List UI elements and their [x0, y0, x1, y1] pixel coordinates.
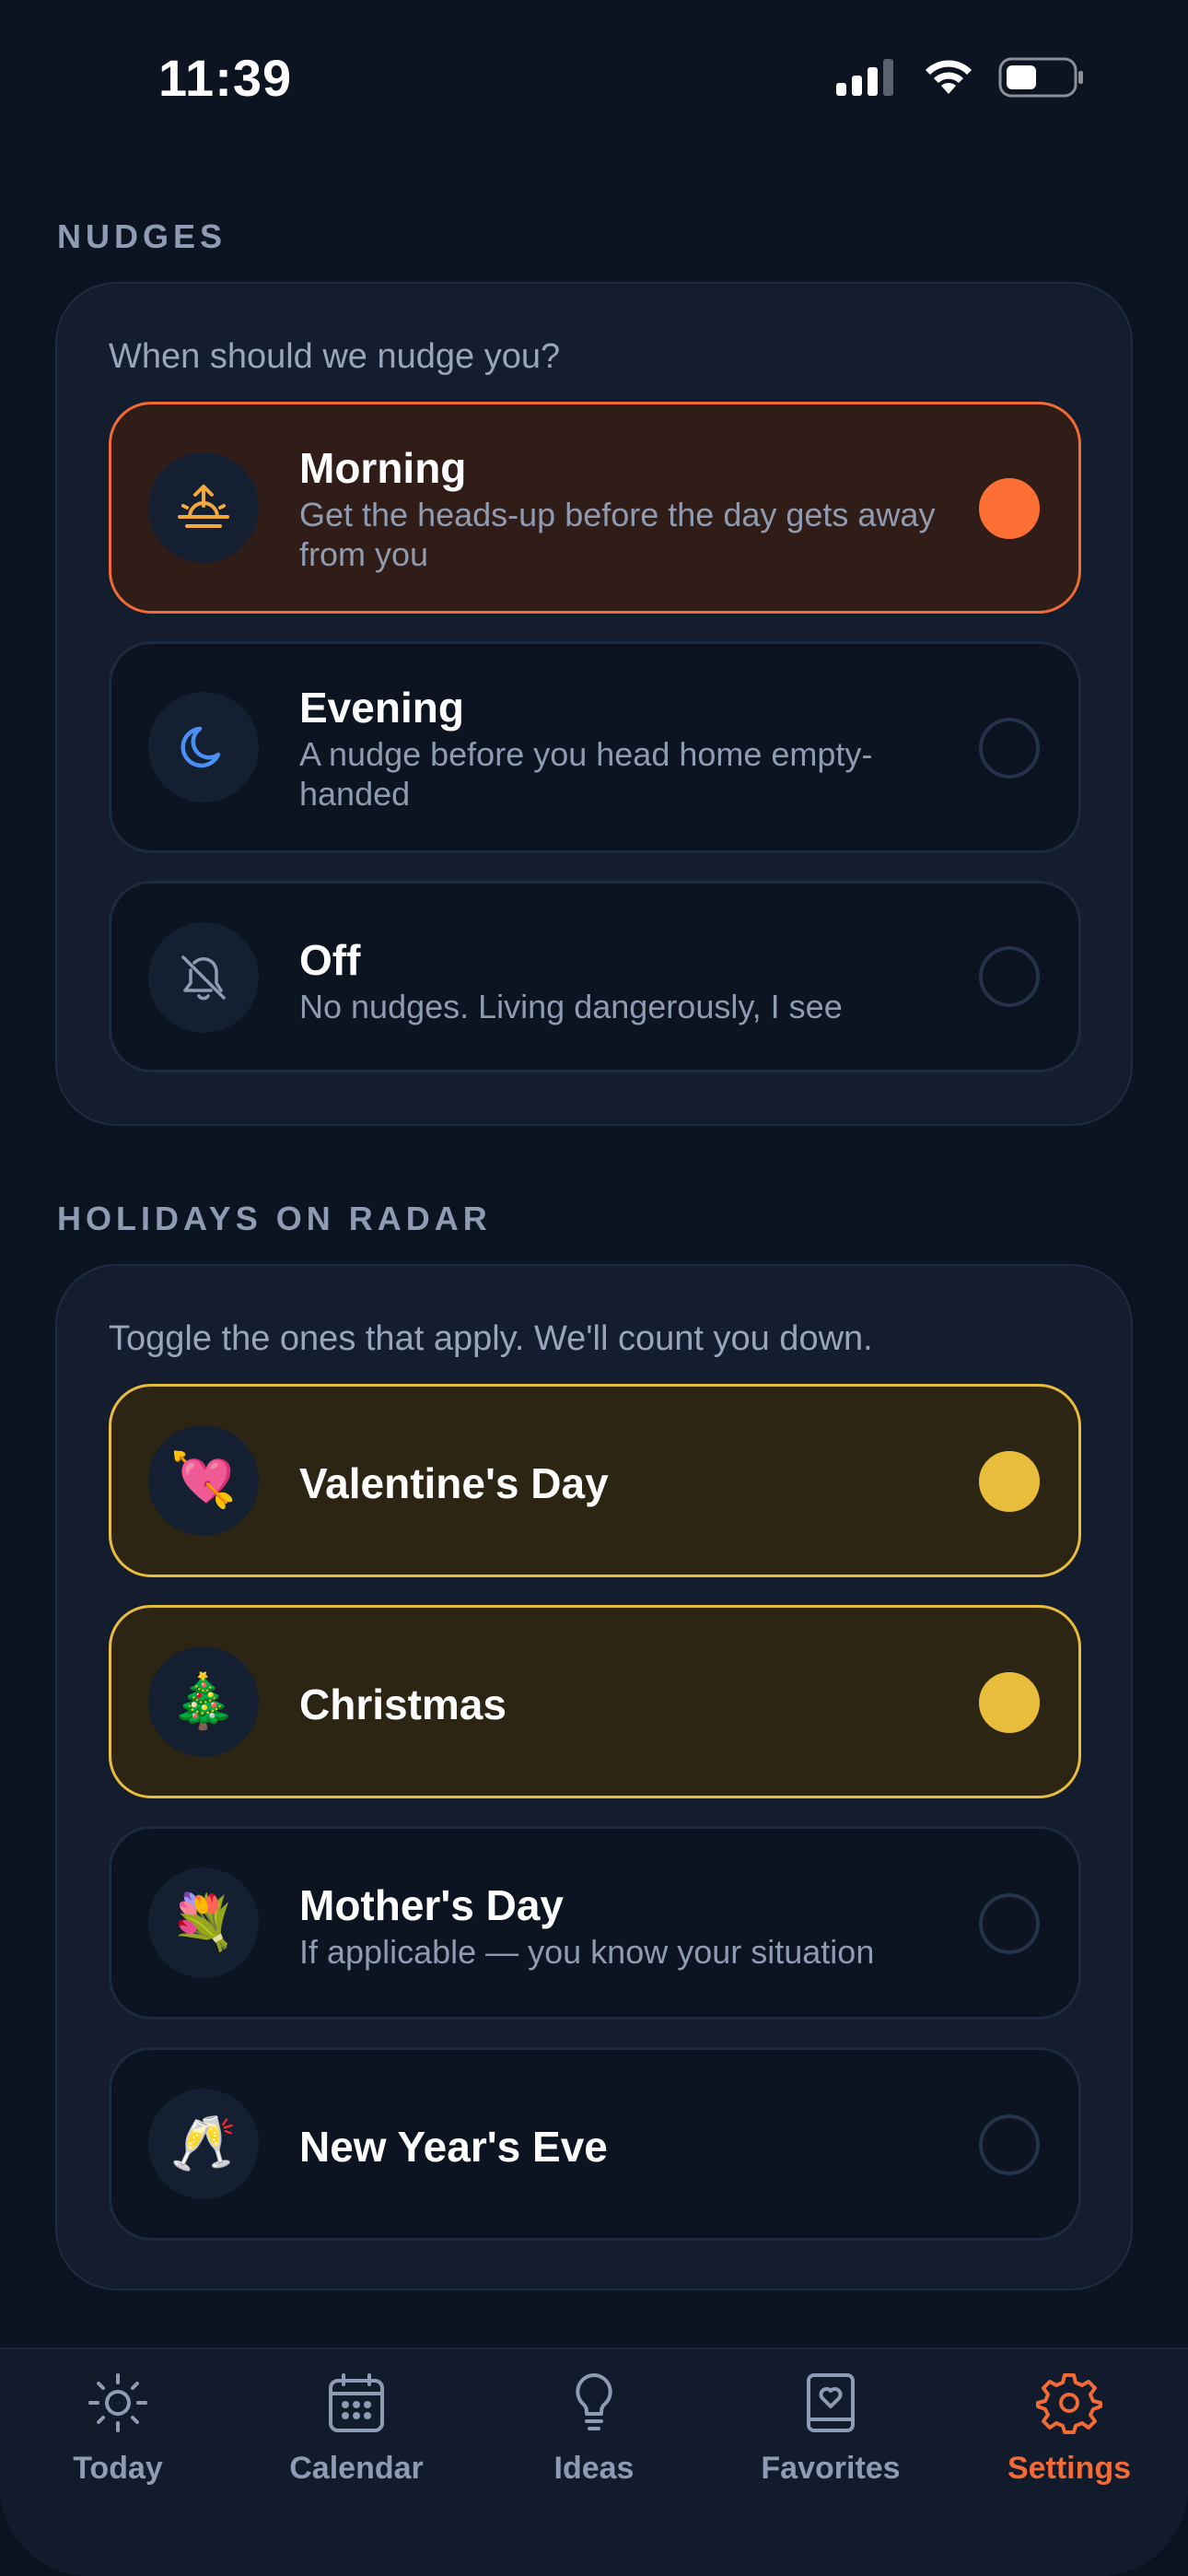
nudge-option-description: A nudge before you head home empty-hande…: [299, 735, 873, 813]
holiday-toggle-off[interactable]: [979, 2114, 1040, 2175]
radio-unselected[interactable]: [979, 718, 1040, 779]
holidays-subtitle: Toggle the ones that apply. We'll count …: [109, 1319, 873, 1358]
champagne-icon: 🥂: [148, 2089, 259, 2199]
holiday-item-new-years-eve[interactable]: 🥂 New Year's Eve: [109, 2047, 1081, 2241]
status-icons: [836, 57, 1085, 98]
status-time: 11:39: [158, 49, 293, 107]
tab-label: Ideas: [553, 2451, 635, 2486]
nudge-option-title: Off: [299, 936, 361, 984]
holiday-item-mothers-day[interactable]: 💐 Mother's Day If applicable — you know …: [109, 1826, 1081, 2020]
holiday-title: Valentine's Day: [299, 1459, 609, 1507]
status-bar: 11:39: [0, 0, 1188, 157]
sunrise-icon: [148, 452, 259, 563]
holiday-title: Christmas: [299, 1680, 507, 1728]
nudge-option-title: Evening: [299, 684, 464, 732]
nudge-option-evening[interactable]: Evening A nudge before you head home emp…: [109, 641, 1081, 853]
gear-icon: [1036, 2373, 1102, 2434]
battery-icon: [998, 57, 1083, 98]
holiday-description: If applicable — you know your situation: [299, 1933, 875, 1971]
nudge-option-morning[interactable]: Morning Get the heads-up before the day …: [109, 402, 1081, 614]
moon-icon: [148, 692, 259, 802]
sun-icon: [88, 2373, 147, 2432]
holiday-item-valentines-day[interactable]: 💘 Valentine's Day: [109, 1384, 1081, 1577]
nudge-option-off[interactable]: Off No nudges. Living dangerously, I see: [109, 881, 1081, 1072]
bouquet-icon: 💐: [148, 1868, 259, 1978]
nudges-section-header: NUDGES: [57, 217, 227, 255]
tab-ideas[interactable]: Ideas: [493, 2368, 695, 2506]
tab-today[interactable]: Today: [17, 2368, 219, 2506]
radio-unselected[interactable]: [979, 946, 1040, 1007]
tab-label: Favorites: [761, 2451, 901, 2486]
nudges-subtitle: When should we nudge you?: [109, 337, 561, 376]
tab-calendar[interactable]: Calendar: [255, 2368, 458, 2506]
holiday-toggle-on[interactable]: [979, 1672, 1040, 1733]
cellular-signal-icon: [836, 59, 893, 96]
holiday-toggle-off[interactable]: [979, 1893, 1040, 1954]
tab-settings[interactable]: Settings: [968, 2368, 1171, 2506]
lightbulb-icon: [576, 2373, 612, 2430]
holiday-title: New Year's Eve: [299, 2123, 608, 2171]
holidays-section-header: HOLIDAYS ON RADAR: [57, 1200, 492, 1237]
calendar-icon: [329, 2373, 384, 2432]
heart-book-icon: [807, 2373, 855, 2432]
bell-off-icon: [148, 922, 259, 1033]
nudge-option-description: Get the heads-up before the day gets awa…: [299, 496, 936, 573]
phone-screen: 11:39 NUDGES When should we nudge you? M…: [0, 0, 1188, 2576]
tab-label: Settings: [1007, 2451, 1132, 2486]
wifi-icon: [926, 60, 972, 94]
tab-favorites[interactable]: Favorites: [729, 2368, 932, 2506]
holiday-title: Mother's Day: [299, 1881, 565, 1929]
nudge-option-description: No nudges. Living dangerously, I see: [299, 988, 843, 1025]
christmas-tree-icon: 🎄: [148, 1646, 259, 1757]
heart-arrow-icon: 💘: [148, 1425, 259, 1536]
holiday-item-christmas[interactable]: 🎄 Christmas: [109, 1605, 1081, 1798]
tab-bar: Today Calendar Ideas Favorites Settings: [0, 2348, 1188, 2576]
tab-label: Today: [73, 2451, 163, 2486]
holidays-card: Toggle the ones that apply. We'll count …: [55, 1264, 1133, 2290]
holiday-toggle-on[interactable]: [979, 1451, 1040, 1512]
radio-selected[interactable]: [979, 478, 1040, 539]
nudges-card: When should we nudge you? Morning Get th…: [55, 282, 1133, 1126]
tab-label: Calendar: [289, 2451, 424, 2486]
nudge-option-title: Morning: [299, 444, 467, 492]
